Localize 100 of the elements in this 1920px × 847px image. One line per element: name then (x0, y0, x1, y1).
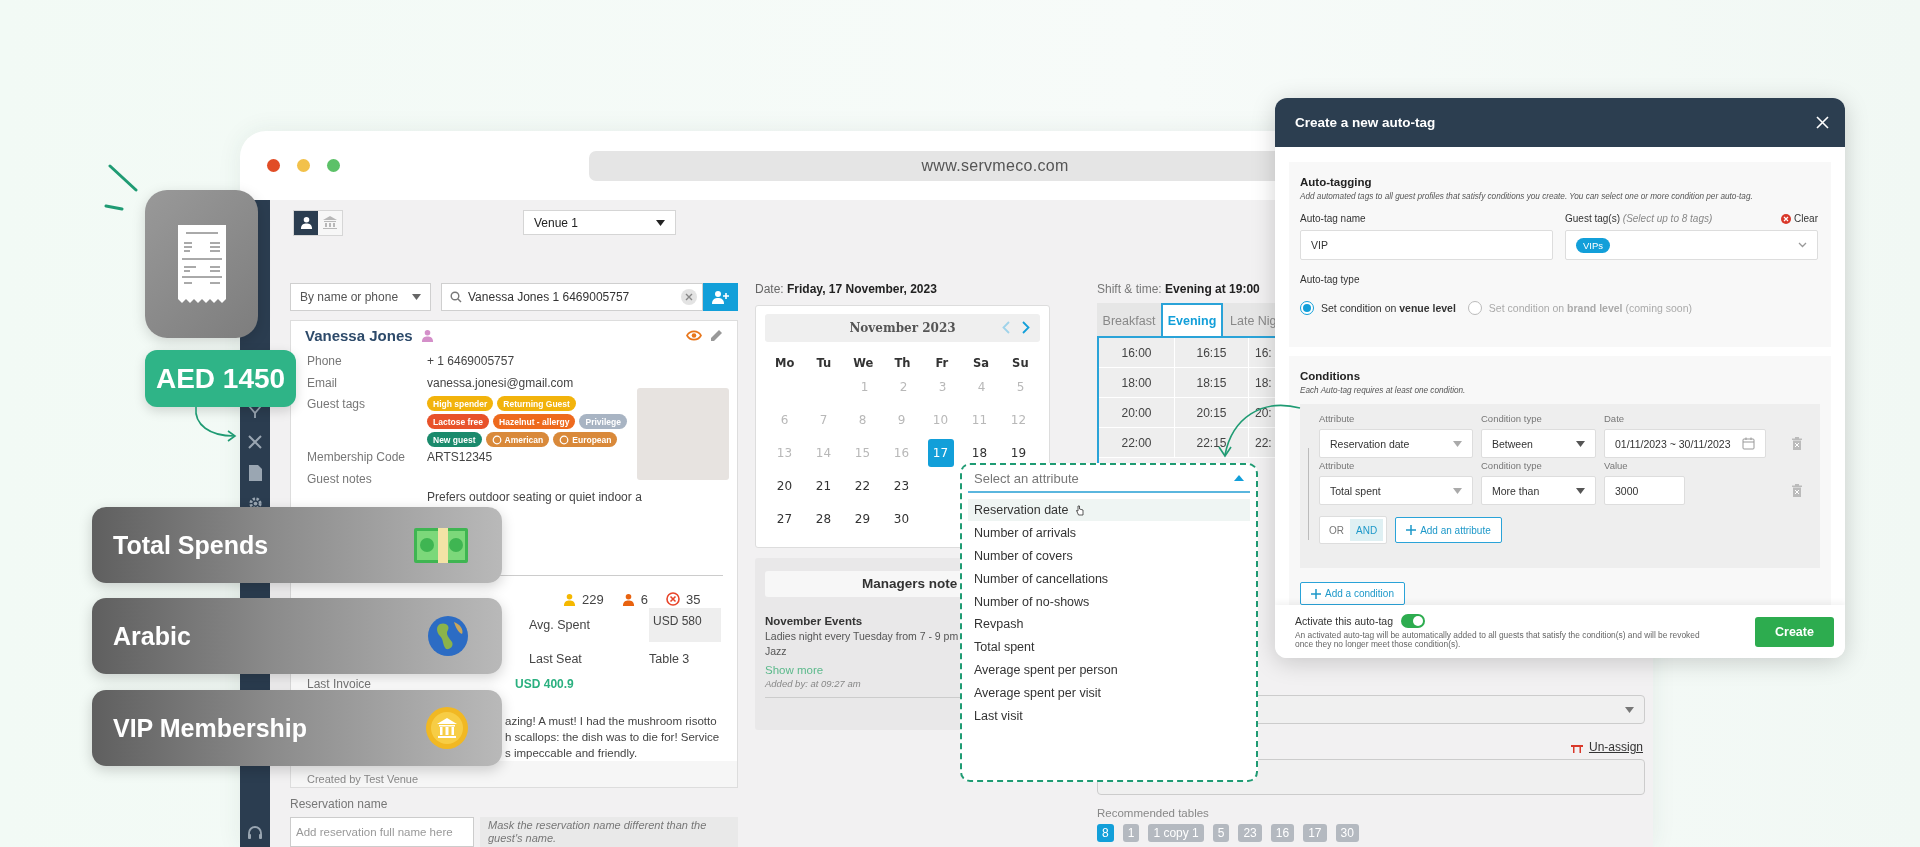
history-count: 229 (582, 591, 604, 607)
radio-option[interactable]: Set condition on venue level (1300, 300, 1456, 315)
dropdown-option[interactable]: Last visit (968, 705, 1250, 727)
calendar-day[interactable]: 22 (843, 471, 882, 500)
date-range-field[interactable]: 01/11/2023 ~ 30/11/2023 (1604, 429, 1766, 459)
weekday-label: Th (893, 356, 912, 370)
field-label: Auto-tag type (1300, 273, 1361, 285)
condition-type-select[interactable]: Between (1481, 429, 1596, 459)
value-field[interactable]: 3000 (1604, 476, 1685, 506)
section-heading: Conditions (1300, 370, 1362, 383)
calendar-day[interactable]: 30 (882, 504, 921, 533)
view-toggle[interactable] (294, 210, 318, 235)
weekday-label: Fr (934, 356, 950, 370)
dropdown-option[interactable]: Reservation date (968, 499, 1250, 521)
guest-name: Vanessa Jones (305, 327, 413, 344)
calendar-day[interactable]: 20 (765, 471, 804, 500)
person-icon (563, 592, 576, 606)
caret-icon (1453, 487, 1462, 494)
person-icon (621, 592, 635, 606)
headset-icon[interactable] (247, 825, 263, 841)
time-slot[interactable]: 18:00 (1099, 368, 1175, 398)
review-text: s impeccable and friendly. (505, 746, 638, 762)
stat-label: Last Seat (529, 652, 583, 667)
unassign-link[interactable]: Un-assign (1588, 740, 1643, 754)
dropdown-option[interactable]: Number of arrivals (968, 521, 1250, 544)
calendar-day[interactable]: 29 (843, 504, 882, 533)
notes-heading: November Events (765, 615, 863, 627)
calendar-day[interactable]: 23 (882, 471, 921, 500)
cancel-icon (665, 592, 680, 607)
field-label: Condition type (1481, 460, 1543, 473)
close-icon[interactable] (1816, 115, 1829, 129)
review-text: h scallops: the dish was to die for! Service (505, 730, 720, 746)
trash-icon[interactable] (1792, 437, 1802, 451)
attribute-select[interactable]: Total spent (1319, 476, 1473, 506)
dropdown-option[interactable]: Average spent per visit (968, 682, 1250, 705)
attribute-dropdown[interactable]: Select an attribute Reservation date Number of arrivals Number of covers Number of cancellations Number of no-shows Revpash Total spent Average spent per person Average spent per visit Last visit (960, 463, 1258, 782)
field-label: Date (1604, 413, 1626, 426)
auto-tag-name-field[interactable]: VIP (1300, 229, 1553, 260)
logic-option[interactable]: OR (1323, 519, 1350, 542)
highlight-label: Total Spends (113, 530, 269, 560)
guest-tag: Returning Guest (497, 396, 576, 412)
dropdown-option[interactable]: Revpash (968, 613, 1250, 636)
attribute-select[interactable]: Reservation date (1319, 429, 1473, 459)
calendar-day[interactable]: 27 (765, 504, 804, 533)
field-label: Auto-tag name (1300, 213, 1366, 225)
dropdown-option[interactable]: Number of covers (968, 544, 1250, 567)
field-label: Membership Code (307, 450, 407, 465)
clear-button[interactable]: Clear (1781, 213, 1818, 225)
eye-icon[interactable] (686, 330, 702, 341)
radio-button[interactable] (1300, 300, 1314, 315)
time-slot[interactable]: 22:00 (1099, 428, 1175, 458)
time-slot[interactable]: 20:15 (1175, 398, 1249, 428)
clear-button[interactable] (681, 289, 697, 305)
weekday-label: Su (1011, 356, 1030, 370)
time-slot[interactable]: 16:15 (1175, 338, 1249, 368)
field-label: Attribute (1319, 460, 1356, 473)
guest-tag: Hazelnut - allergy (493, 414, 576, 430)
search-mode-dropdown[interactable]: By name or phone (290, 283, 431, 311)
section-description: Add automated tags to all guest profiles that satisfy conditions you create. You can select one or more condition per auto-tag. (1300, 191, 1754, 201)
tag-label: European (572, 434, 612, 445)
venue-dropdown[interactable]: Venue 1 (523, 210, 676, 235)
calendar-day[interactable]: 28 (804, 504, 843, 533)
next-icon[interactable] (1022, 321, 1030, 334)
trash-icon[interactable] (1792, 484, 1802, 498)
field-label: Recommended tables (1097, 807, 1210, 819)
add-guest-button[interactable] (703, 283, 738, 311)
condition-type-select[interactable]: More than (1481, 476, 1596, 506)
dropdown-option[interactable]: Total spent (968, 636, 1250, 659)
tag-chip: VIPs (1576, 237, 1611, 253)
zoom-window-dot[interactable] (327, 159, 340, 172)
history-count: 6 (640, 591, 648, 607)
guest-search-field[interactable]: Vanessa Jones 1 6469005757 (441, 283, 703, 311)
shift-text: Shift & time: Evening at 19:00 (1097, 282, 1261, 296)
close-window-dot[interactable] (267, 159, 280, 172)
building-icon (323, 216, 337, 229)
coin-icon (426, 707, 468, 749)
caret-up-icon (1234, 475, 1244, 481)
reservation-name-field[interactable]: Add reservation full name here (290, 817, 474, 847)
caret-icon (656, 219, 665, 226)
dropdown-option[interactable]: Average spent per person (968, 659, 1250, 682)
pointer-cursor-icon (1074, 504, 1084, 516)
person-icon (299, 216, 313, 229)
time-slot[interactable]: 20:00 (1099, 398, 1175, 428)
stat-value: Table 3 (649, 652, 691, 667)
field-label: Phone (307, 354, 343, 369)
minimize-window-dot[interactable] (297, 159, 310, 172)
time-slot[interactable]: 18:15 (1175, 368, 1249, 398)
field-label: Last Invoice (307, 677, 372, 692)
calendar-icon[interactable] (1742, 437, 1755, 451)
highlight-label: Arabic (113, 621, 191, 651)
field-value: ARTS12345 (427, 450, 494, 465)
pencil-icon[interactable] (710, 329, 723, 342)
caret-icon (1576, 487, 1585, 494)
activate-toggle[interactable] (1401, 613, 1426, 628)
time-slot[interactable]: 22:15 (1175, 428, 1249, 458)
time-slot[interactable]: 16:00 (1099, 338, 1175, 368)
calendar-day[interactable]: 21 (804, 471, 843, 500)
document-icon[interactable] (248, 465, 262, 481)
branch-icon[interactable] (247, 405, 263, 419)
toggle-label: Activate this auto-tag (1295, 614, 1394, 627)
